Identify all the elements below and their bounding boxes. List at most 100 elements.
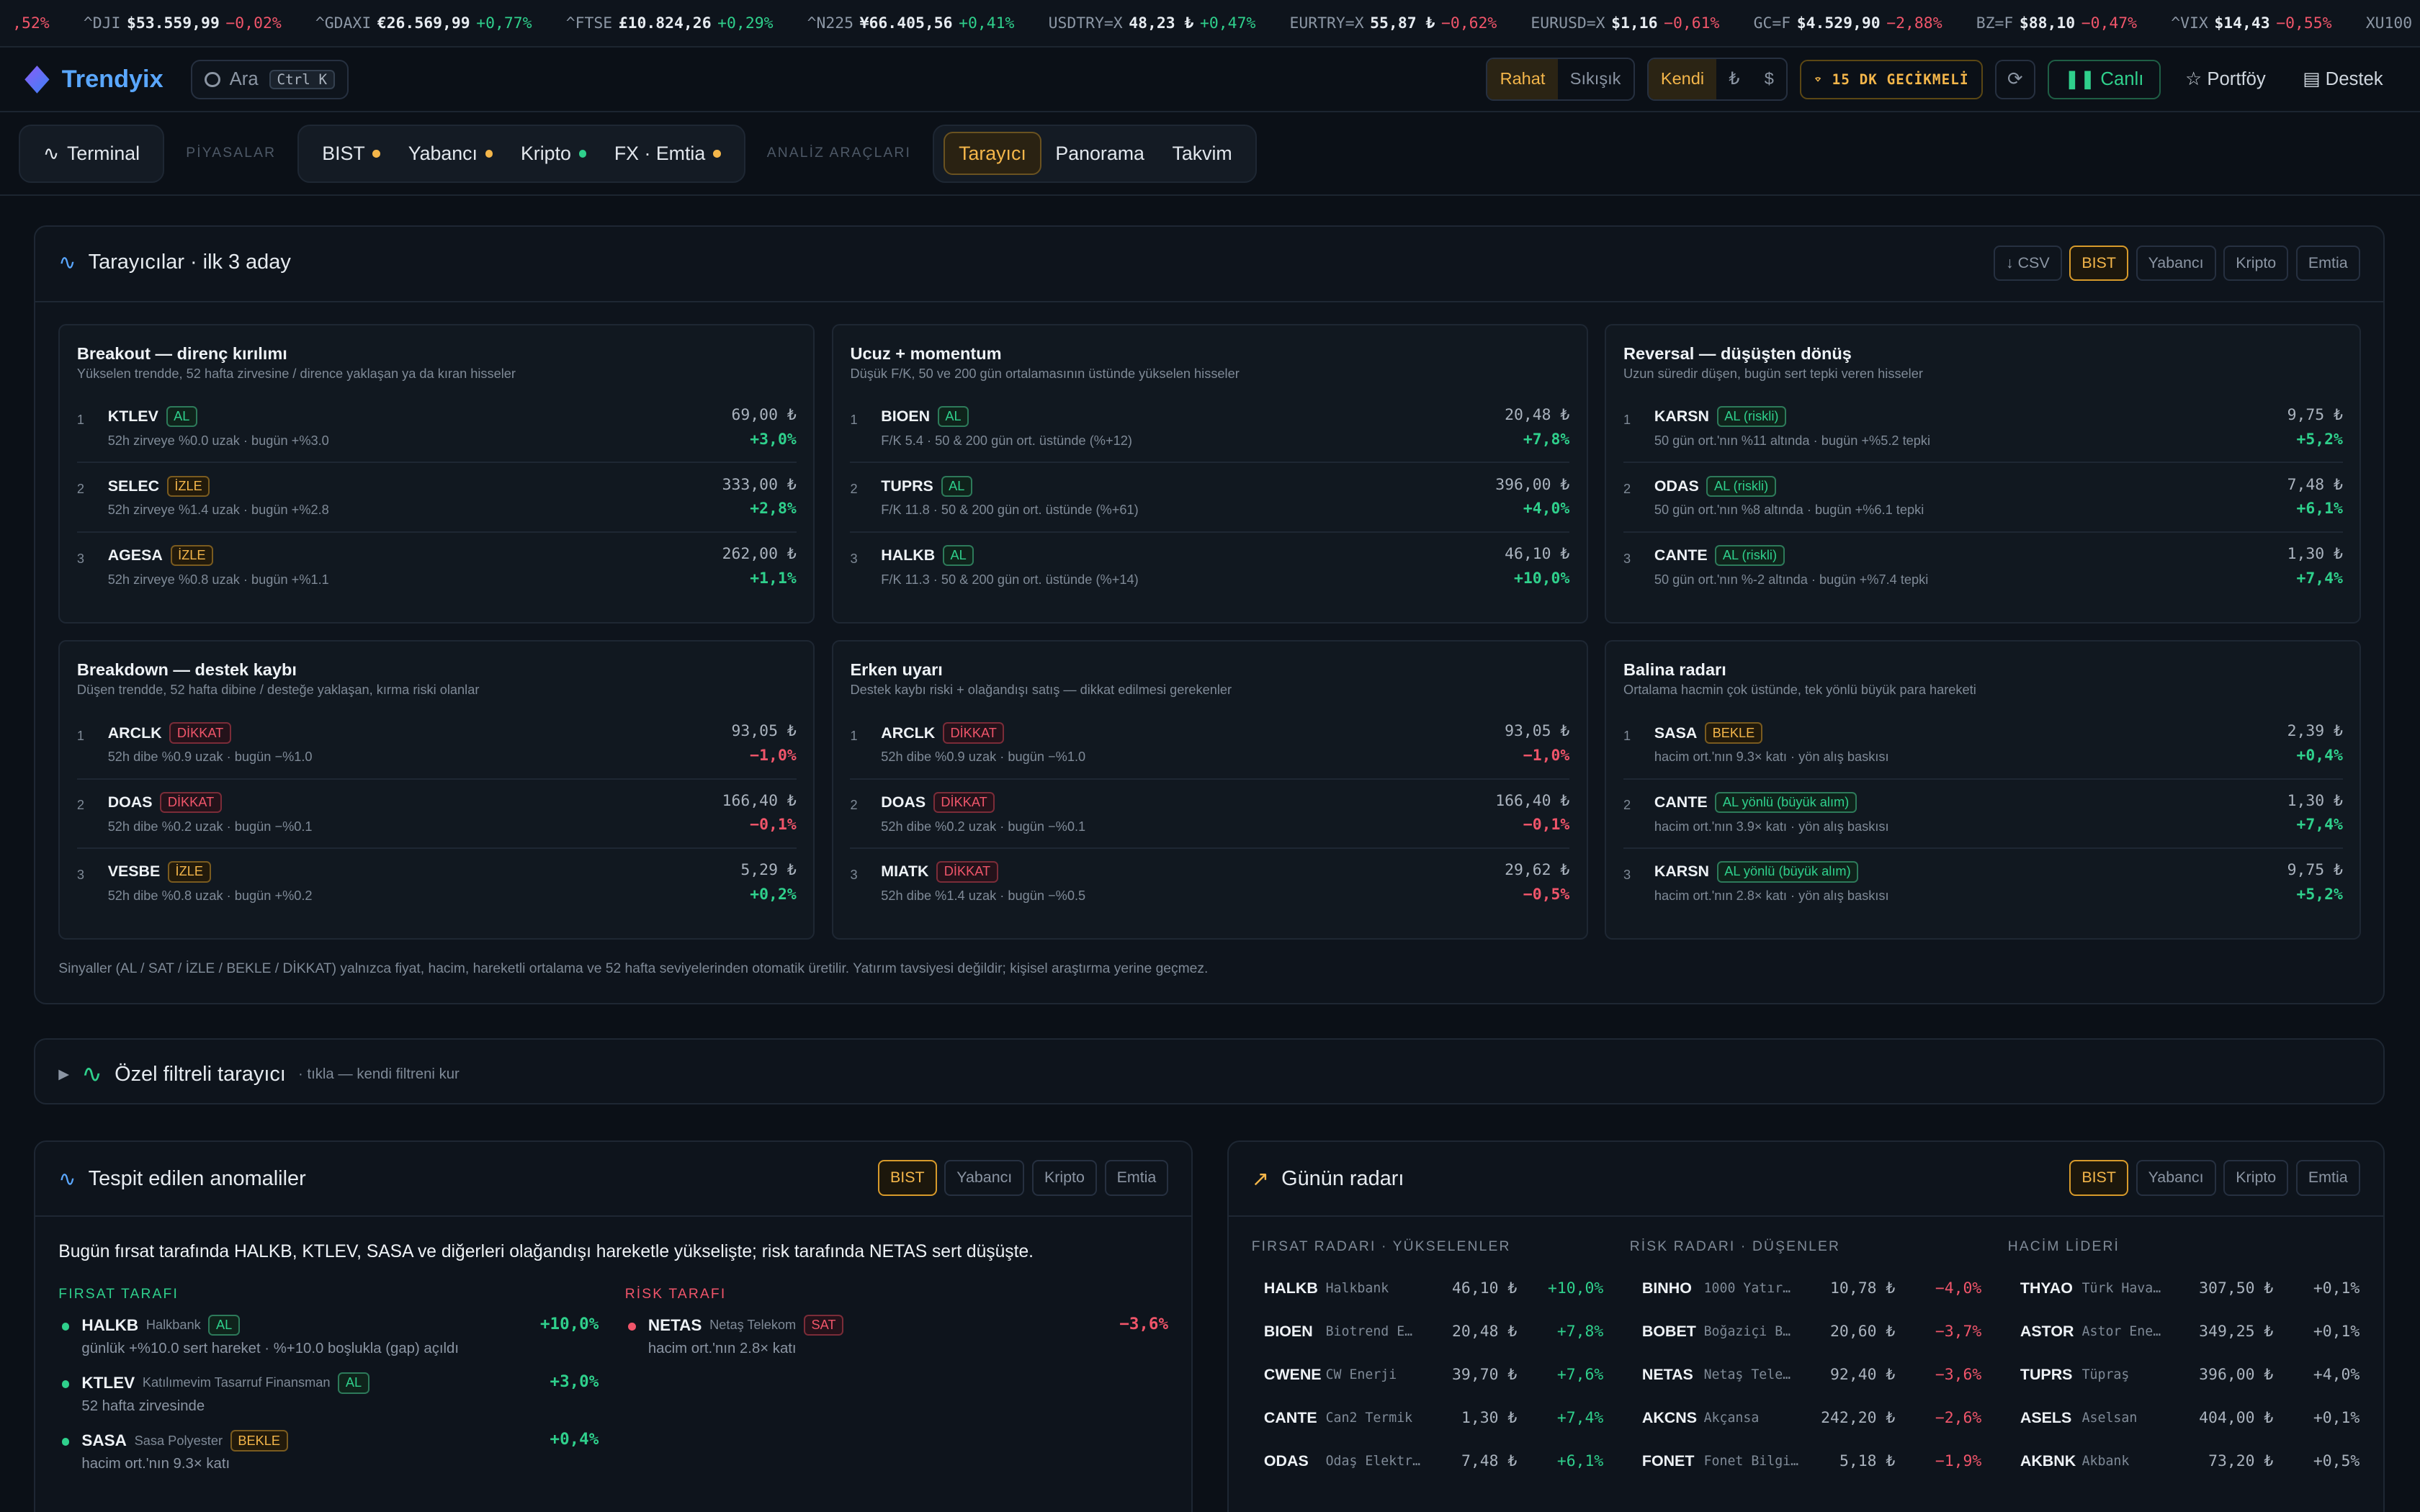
live-button[interactable]: ❚❚ Canlı (2047, 59, 2161, 100)
ticker-item[interactable]: ^FTSE £10.824,26 +0,29% (566, 0, 774, 46)
screener-row[interactable]: 1 ARCLK DİKKAT 52h dibe %0.9 uzak · bugün −… (76, 710, 797, 780)
ticker-value: $14,43 (2214, 14, 2270, 32)
radar-row[interactable]: BOBET Boğaziçi B… 20,60 ₺ −3,7% (1630, 1310, 1985, 1354)
support-link[interactable]: ▤ Destek (2290, 68, 2396, 90)
screener-row[interactable]: 3 HALKB AL F/K 11.3 · 50 & 200 gün ort. üst… (850, 533, 1569, 602)
ticker-item[interactable]: EURUSD=X $1,16 −0,61% (1531, 0, 1720, 46)
radar-row[interactable]: CANTE Can2 Termik 1,30 ₺ +7,4% (1252, 1397, 1607, 1440)
screener-row[interactable]: 2 ODAS AL (riskli) 50 gün ort.'nın %8 altın… (1623, 463, 2343, 533)
ticker-item[interactable]: ^VIX $14,43 −0,55% (2171, 0, 2331, 46)
ticker-item[interactable]: XU100 (2366, 0, 2420, 46)
anomaly-item[interactable]: NETAS Netaş Telekom SAT hacim ort.'nın 2.8×… (625, 1315, 1168, 1357)
company-name: Türk Hava… (2081, 1281, 2161, 1297)
screener-row[interactable]: 2 TUPRS AL F/K 11.8 · 50 & 200 gün ort. üst… (850, 463, 1570, 533)
tab-commodity[interactable]: Emtia (2295, 245, 2360, 281)
screener-row[interactable]: 3 CANTE AL (riskli) 50 gün ort.'nın %-2 alt… (1623, 533, 2343, 602)
ticker-item[interactable]: ^N225 ¥66.405,56 +0,41% (807, 0, 1015, 46)
row-detail: 52h zirveye %0.8 uzak · bugün +%1.1 (107, 572, 329, 587)
nav-panorama[interactable]: Panorama (1041, 132, 1158, 175)
nav-market-label: Yabancı (408, 143, 478, 165)
tab-foreign[interactable]: Yabancı (2136, 245, 2216, 281)
nav-calendar[interactable]: Takvim (1158, 132, 1246, 175)
nav-market-3[interactable]: FX · Emtia (601, 132, 735, 175)
nav-screener[interactable]: Tarayıcı (943, 132, 1042, 176)
screener-row[interactable]: 2 DOAS DİKKAT 52h dibe %0.2 uzak · bugün −%… (76, 780, 797, 850)
ticker-item[interactable]: GC=F $4.529,90 −2,88% (1754, 0, 1942, 46)
anomaly-item[interactable]: KTLEV Katılımevim Tasarruf Finansman AL 52 … (58, 1372, 599, 1415)
radar-row[interactable]: AKCNS Akçansa 242,20 ₺ −2,6% (1630, 1397, 1985, 1440)
screener-row[interactable]: 3 AGESA İZLE 52h zirveye %0.8 uzak · bugün … (77, 533, 797, 602)
tab-foreign[interactable]: Yabancı (944, 1160, 1025, 1196)
screener-row[interactable]: 3 MIATK DİKKAT 52h dibe %1.4 uzak · bugün −… (850, 849, 1569, 918)
nav-market-0[interactable]: BIST (308, 132, 394, 175)
symbol-code: MIATK (881, 863, 929, 881)
screener-row[interactable]: 1 SASA BEKLE hacim ort.'nın 9.3× katı · yön… (1623, 710, 2343, 780)
csv-button[interactable]: ↓ CSV (1993, 245, 2062, 281)
radar-row[interactable]: BIOEN Biotrend E… 20,48 ₺ +7,8% (1252, 1310, 1607, 1354)
ticker-item[interactable]: USDTRY=X 48,23 ₺ +0,47% (1049, 0, 1256, 46)
ticker-item[interactable]: ^DJI $53.559,99 −0,02% (84, 0, 282, 46)
tab-crypto[interactable]: Kripto (1031, 1160, 1097, 1196)
tab-bist[interactable]: BIST (878, 1160, 937, 1196)
screener-row[interactable]: 2 DOAS DİKKAT 52h dibe %0.2 uzak · bugün −%… (850, 780, 1570, 850)
ticker-item[interactable]: ,52% (0, 0, 50, 46)
anomaly-item[interactable]: SASA Sasa Polyester BEKLE hacim ort.'nın 9.… (58, 1430, 599, 1472)
radar-row[interactable]: ASELS Aselsan 404,00 ₺ +0,1% (2008, 1397, 2363, 1440)
screener-row[interactable]: 1 KARSN AL (riskli) 50 gün ort.'nın %11 alt… (1623, 394, 2343, 464)
custom-filter-panel[interactable]: ▶ ∿ Özel filtreli tarayıcı · tıkla — ken… (34, 1038, 2385, 1105)
radar-row[interactable]: HALKB Halkbank 46,10 ₺ +10,0% (1252, 1267, 1607, 1310)
tab-commodity[interactable]: Emtia (2295, 1160, 2360, 1196)
density-compact[interactable]: Sıkışık (1558, 59, 1634, 99)
radar-row[interactable]: BINHO 1000 Yatır… 10,78 ₺ −4,0% (1630, 1267, 1985, 1310)
nav-market-2[interactable]: Kripto (507, 132, 601, 175)
nav-terminal[interactable]: ∿ Terminal (30, 132, 154, 175)
refresh-button[interactable]: ⟳ (1994, 59, 2035, 100)
tab-bist[interactable]: BIST (2069, 1160, 2128, 1196)
tab-crypto[interactable]: Kripto (2223, 1160, 2289, 1196)
ticker-item[interactable]: BZ=F $88,10 −0,47% (1976, 0, 2137, 46)
screener-row[interactable]: 1 ARCLK DİKKAT 52h dibe %0.9 uzak · bugün −… (850, 710, 1570, 780)
tab-bist[interactable]: BIST (2069, 245, 2128, 281)
screener-row[interactable]: 1 KTLEV AL 52h zirveye %0.0 uzak · bugün +%… (76, 394, 797, 464)
anomaly-item[interactable]: HALKB Halkbank AL günlük +%10.0 sert hareke… (58, 1315, 599, 1357)
radar-row[interactable]: ASTOR Astor Ene… 349,25 ₺ +0,1% (2008, 1310, 2363, 1354)
ticker-change: −0,61% (1664, 14, 1720, 32)
screener-row[interactable]: 3 VESBE İZLE 52h dibe %0.8 uzak · bugün +%0… (77, 849, 797, 918)
row-detail: hacim ort.'nın 2.8× katı · yön alış bask… (1654, 888, 1889, 904)
anomaly-change: +0,4% (550, 1430, 599, 1449)
screener-row[interactable]: 3 KARSN AL yönlü (büyük alım) hacim ort.'nı… (1623, 849, 2343, 918)
company-name: Boğaziçi B… (1703, 1324, 1791, 1340)
density-comfortable[interactable]: Rahat (1487, 59, 1558, 100)
screener-list: 1 KTLEV AL 52h zirveye %0.0 uzak · bugün +%… (76, 394, 797, 602)
radar-row[interactable]: AKBNK Akbank 73,20 ₺ +0,5% (2008, 1440, 2363, 1483)
currency-native[interactable]: Kendi (1648, 59, 1717, 100)
search-input[interactable]: Ara Ctrl K (191, 59, 349, 100)
screener-row[interactable]: 2 SELEC İZLE 52h zirveye %1.4 uzak · bugün … (76, 463, 797, 533)
row-body: KTLEV AL 52h zirveye %0.0 uzak · bugün +%3… (108, 406, 732, 449)
ticker-symbol: ^GDAXI (315, 14, 372, 32)
screener-card-subtitle: Ortalama hacmin çok üstünde, tek yönlü b… (1623, 683, 1976, 698)
radar-row[interactable]: THYAO Türk Hava… 307,50 ₺ +0,1% (2008, 1267, 2363, 1310)
nav-market-1[interactable]: Yabancı (394, 132, 506, 175)
radar-row[interactable]: ODAS Odaş Elektrik 7,48 ₺ +6,1% (1252, 1440, 1607, 1483)
row-values: 9,75 ₺ +5,2% (2287, 406, 2343, 449)
screener-row[interactable]: 2 CANTE AL yönlü (büyük alım) hacim ort.'nı… (1623, 780, 2343, 850)
ticker-item[interactable]: EURTRY=X 55,87 ₺ −0,62% (1289, 0, 1497, 46)
brand-logo[interactable]: Trendyix (24, 66, 163, 94)
radar-row[interactable]: FONET Fonet Bilgi … 5,18 ₺ −1,9% (1630, 1440, 1985, 1483)
radar-row[interactable]: NETAS Netaş Tele… 92,40 ₺ −3,6% (1630, 1354, 1985, 1397)
radar-row[interactable]: TUPRS Tüpraş 396,00 ₺ +4,0% (2008, 1354, 2363, 1397)
portfolio-link[interactable]: ☆ Portföy (2173, 68, 2278, 90)
row-change: +5,2% (2296, 430, 2343, 449)
screeners-header: ∿ Tarayıcılar · ilk 3 aday (58, 250, 291, 275)
custom-filter-header[interactable]: ▶ ∿ Özel filtreli tarayıcı · tıkla — ken… (58, 1060, 460, 1089)
row-values: 2,39 ₺ +0,4% (2287, 722, 2343, 765)
tab-foreign[interactable]: Yabancı (2136, 1160, 2216, 1196)
currency-try[interactable]: ₺ (1716, 59, 1752, 99)
screener-row[interactable]: 1 BIOEN AL F/K 5.4 · 50 & 200 gün ort. üstü… (850, 394, 1570, 464)
tab-crypto[interactable]: Kripto (2223, 245, 2289, 281)
ticker-item[interactable]: ^GDAXI €26.569,99 +0,77% (315, 0, 532, 46)
radar-row[interactable]: CWENE CW Enerji 39,70 ₺ +7,6% (1252, 1354, 1607, 1397)
currency-usd[interactable]: $ (1752, 59, 1786, 99)
tab-commodity[interactable]: Emtia (1104, 1160, 1169, 1196)
